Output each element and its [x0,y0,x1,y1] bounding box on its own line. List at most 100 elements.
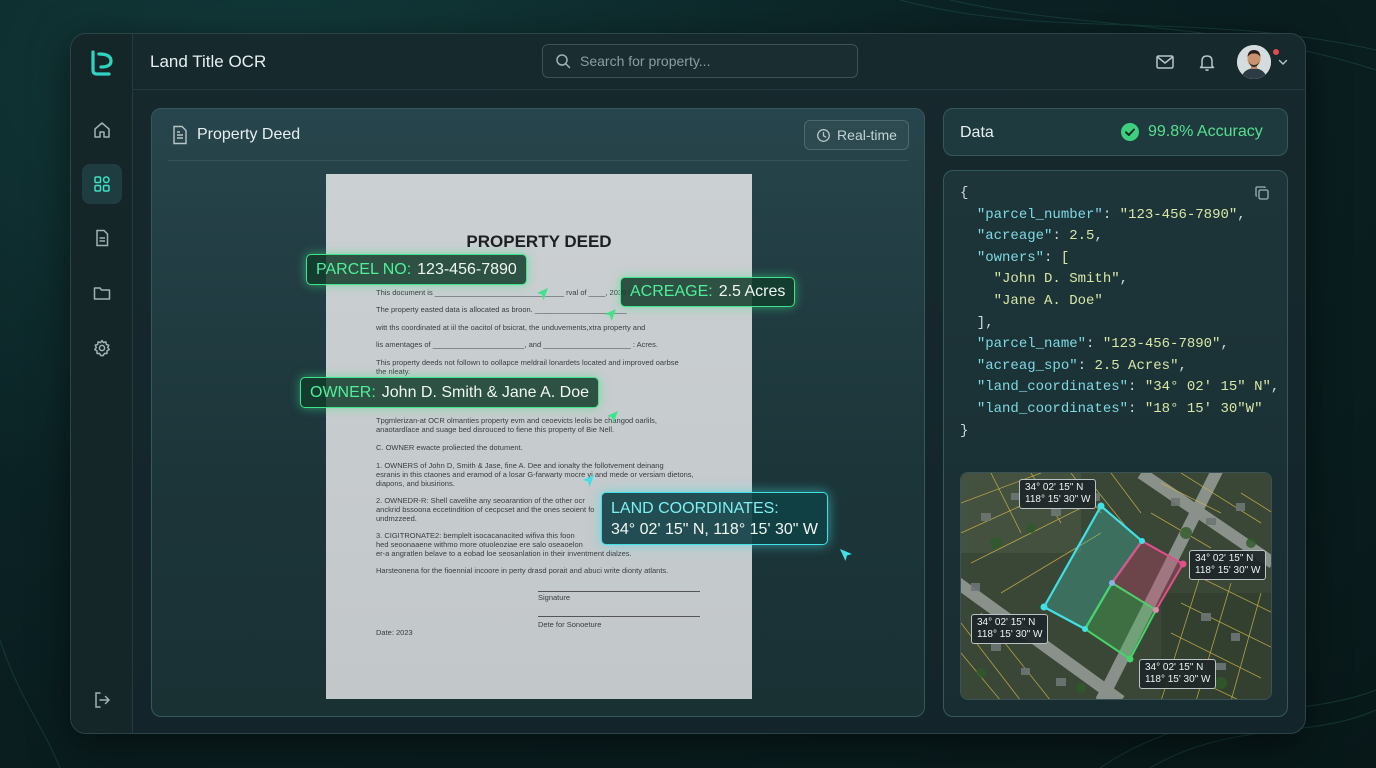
map-coordinate-label: 34° 02' 15" N 118° 15' 30" W [971,614,1049,644]
document-panel-title: Property Deed [197,126,301,143]
acreage-key: ACREAGE: [630,283,713,300]
deed-line: 1. OWNERS of John D, Smith & Jase, fine … [376,461,664,470]
deed-line: er-a angratlen belave to a eobad loe seo… [376,549,632,558]
avatar[interactable] [1237,45,1271,79]
document-panel-header: Property Deed Real-time [152,109,924,161]
json-line: "Jane A. Doe" [960,291,1279,313]
cursor-arrow-icon [840,549,852,561]
check-circle-icon [1121,123,1139,141]
search-input[interactable] [580,53,840,69]
deed-line: the nleaty. [376,367,411,376]
data-panel-title: Data [960,124,994,141]
json-value: 2.5 Acres" [1094,357,1179,374]
deed-line: C. OWNER ewacte proliected the dotument. [376,443,523,452]
deed-line: 3. CIGITRONATE2: bemplelt isocacanacited… [376,531,575,540]
json-value: "34° 02' 15" N" [1144,379,1271,396]
json-key: "land_coordinates" [976,379,1129,396]
json-output-panel: { "parcel_number": "123-456-7890", "acre… [943,170,1288,717]
json-line: "parcel_name": "123-456-7890", [976,336,1229,353]
json-key: "owners" [976,249,1045,266]
json-value: "123-456-7890" [1119,206,1238,223]
app-logo-icon[interactable] [87,48,117,78]
json-line: "parcel_number": "123-456-7890", [976,206,1246,223]
acreage-tag[interactable]: ACREAGE: 2.5 Acres [620,277,796,307]
parcel-number-tag[interactable]: PARCEL NO: 123-456-7890 [306,254,527,285]
json-value: "Jane A. Doe" [993,292,1103,309]
nav-logout[interactable] [82,680,122,720]
chevron-down-icon[interactable] [1277,56,1289,68]
bell-icon[interactable] [1196,51,1218,73]
json-line: "acreage": 2.5, [976,228,1103,245]
deed-line: Signature [538,593,571,602]
nav-settings[interactable] [82,328,122,368]
map-coordinate-label: 34° 02' 15" N 118° 15' 30" W [1189,550,1267,580]
deed-line: Date: 2023 [376,628,413,637]
home-icon [94,122,110,138]
realtime-button[interactable]: Real-time [804,120,909,150]
json-value: "18° 15' 30"W" [1144,400,1263,417]
realtime-label: Real-time [837,127,897,143]
deed-line: This document is _______________________… [376,288,633,297]
acreage-value: 2.5 Acres [718,283,786,300]
notification-badge [1273,49,1279,55]
sidebar [71,34,133,733]
owner-key: OWNER: [310,383,376,401]
nav-home[interactable] [82,110,122,150]
nav-dashboard[interactable] [82,164,122,204]
json-value: [ [1060,249,1070,266]
satellite-map-image [961,473,1271,699]
deed-line: undmzzeed. [376,514,417,523]
land-coordinates-key: LAND COORDINATES: [611,499,779,517]
json-line: "land_coordinates": "34° 02' 15" N", [976,379,1280,396]
json-value: 2.5 [1069,228,1095,245]
search-icon [556,54,571,69]
parcel-number-value: 123-456-7890 [417,260,517,278]
json-key: "acreage" [976,228,1053,245]
json-code-view[interactable]: { "parcel_number": "123-456-7890", "acre… [960,183,1279,442]
clock-icon [817,128,830,142]
deed-line: anaotardlace and suage bed disrouced to … [376,425,615,434]
deed-line: Harsteonena for the fioennial incoore in… [376,566,669,575]
deed-line: esranis in this ctaones and eramod of a … [376,470,694,479]
parcel-map[interactable]: 34° 02' 15" N 118° 15' 30" W 34° 02' 15"… [960,472,1272,700]
land-coordinates-tag[interactable]: LAND COORDINATES: 34° 02' 15" N, 118° 15… [601,492,828,545]
json-value: "John D. Smith" [993,271,1120,288]
mail-icon[interactable] [1154,51,1176,73]
divider [168,160,908,161]
deed-line: hed seoonaaene withmo more otuoleoziae e… [376,540,583,549]
json-line: } [960,422,969,439]
parcel-number-key: PARCEL NO: [316,260,412,278]
json-line: "acreag_spo": 2.5 Acres", [976,357,1187,374]
signature-rule [538,591,700,592]
owner-value: John D. Smith & Jane A. Doe [381,383,589,401]
land-coordinates-value: 34° 02' 15" N, 118° 15' 30" W [611,520,818,538]
deed-line: diapons, and biusirions. [376,479,455,488]
json-key: "parcel_name" [976,336,1087,353]
pointer-icon [537,288,548,300]
deed-line: The property easted data is allocated as… [376,305,627,314]
deed-line: anckrid bssoona eccetindition of cecpcse… [376,505,595,514]
deed-heading: PROPERTY DEED [466,232,612,251]
json-key: "parcel_number" [976,206,1103,223]
folder-icon [93,287,111,300]
document-icon [96,229,109,247]
signature-rule [538,616,700,617]
document-panel: Property Deed Real-time PROPERTY DEED Th… [151,108,925,717]
nav-documents[interactable] [82,218,122,258]
json-key: "acreag_spo" [976,357,1078,374]
deed-line: witt ths coordinated at iil the oacitol … [376,323,646,332]
pointer-icon [607,411,618,423]
json-line: { [960,185,969,201]
json-line: "owners": [ [976,249,1070,266]
json-line: "land_coordinates": "18° 15' 30"W" [976,400,1263,417]
dashboard-grid-icon [94,176,110,192]
accuracy-text: 99.8% Accuracy [1148,123,1263,140]
nav-folders[interactable] [82,273,122,313]
file-icon [173,125,187,145]
deed-document-image: PROPERTY DEED This document is _________… [326,174,752,699]
deed-line: lis amentages of ______________________,… [376,340,658,349]
owner-tag[interactable]: OWNER: John D. Smith & Jane A. Doe [300,377,599,408]
map-coordinate-label: 34° 02' 15" N 118° 15' 30" W [1019,479,1097,509]
search-bar[interactable] [542,44,858,78]
top-bar: Land Title OCR [133,34,1305,90]
